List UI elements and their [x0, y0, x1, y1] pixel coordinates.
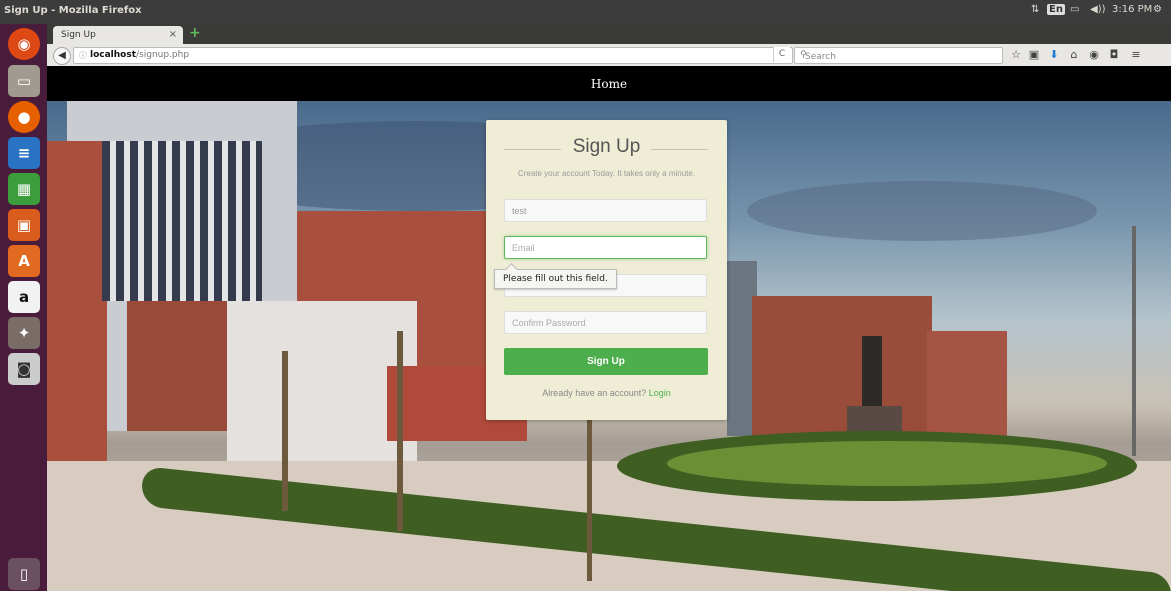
volume-icon[interactable]: ◀)) — [1090, 4, 1106, 15]
statue — [862, 336, 882, 411]
signup-title: Sign Up — [572, 136, 641, 157]
menu-icon[interactable]: ≡ — [1129, 48, 1143, 61]
building-brick-right — [752, 296, 932, 446]
files-icon[interactable]: ▭ — [8, 65, 40, 97]
battery-icon[interactable]: ▭ — [1070, 4, 1079, 15]
light-pole — [1132, 226, 1136, 456]
search-placeholder: ⚲ Search — [800, 50, 836, 62]
building-brick-lower — [127, 301, 237, 431]
browser-tab-bar: Sign Up × + — [47, 24, 1171, 44]
firefox-icon[interactable]: ● — [8, 101, 40, 133]
building-brick-left — [47, 141, 107, 461]
search-input[interactable]: ⚲ Search — [794, 47, 1003, 64]
url-text[interactable]: localhost/signup.php — [90, 50, 189, 60]
palm-tree — [587, 401, 592, 581]
web-page: Home Sign Up Create your account Today. — [47, 66, 1171, 591]
reload-icon[interactable]: C — [773, 47, 790, 62]
tab-title: Sign Up — [61, 30, 96, 40]
system-top-bar: Sign Up - Mozilla Firefox ⇅ En ▭ ◀)) 3:1… — [0, 0, 1171, 24]
browser-nav-toolbar: ◀ ⓘ localhost/signup.php C ⚲ Search ☆ ▣ … — [47, 44, 1171, 67]
title-divider-right — [651, 149, 708, 150]
cloud — [747, 181, 1097, 241]
login-link[interactable]: Login — [649, 388, 671, 398]
software-center-icon[interactable]: A — [8, 245, 40, 277]
confirm-password-field[interactable]: Confirm Password — [504, 311, 707, 334]
validation-tooltip: Please fill out this field. — [494, 269, 617, 289]
launcher-sidebar: ◉ ▭ ● ≡ ▦ ▣ A a ✦ ◙ ▯ — [0, 24, 47, 591]
login-prompt: Already have an account? Login — [486, 388, 727, 398]
back-arrow-icon[interactable]: ◀ — [53, 47, 71, 65]
camera-icon[interactable]: ◙ — [8, 353, 40, 385]
url-bar[interactable]: ⓘ localhost/signup.php — [73, 47, 793, 64]
site-navbar: Home — [47, 66, 1171, 101]
email-field[interactable]: Email — [504, 236, 707, 259]
chat-icon[interactable]: ◉ — [1087, 48, 1101, 61]
signup-subtitle: Create your account Today. It takes only… — [517, 169, 696, 178]
new-tab-button[interactable]: + — [189, 26, 202, 40]
signup-button[interactable]: Sign Up — [504, 348, 708, 375]
nav-home-link[interactable]: Home — [47, 77, 1171, 91]
palm-tree — [397, 331, 403, 531]
clock-text[interactable]: 3:16 PM — [1112, 4, 1152, 15]
palm-tree — [282, 351, 288, 511]
tab-signup[interactable]: Sign Up × — [53, 26, 183, 44]
settings-gear-icon[interactable]: ⚙ — [1153, 4, 1162, 15]
name-field[interactable]: test — [504, 199, 707, 222]
bookmark-star-icon[interactable]: ☆ — [1009, 48, 1023, 61]
roundabout-lawn — [667, 441, 1107, 486]
calc-icon[interactable]: ▦ — [8, 173, 40, 205]
amazon-icon[interactable]: a — [8, 281, 40, 313]
tab-close-icon[interactable]: × — [169, 29, 177, 40]
already-account-text: Already have an account? — [542, 388, 647, 398]
network-icon[interactable]: ⇅ — [1031, 4, 1039, 15]
system-settings-icon[interactable]: ✦ — [8, 317, 40, 349]
reading-list-icon[interactable]: ▣ — [1027, 48, 1041, 61]
pocket-icon[interactable]: ◘ — [1107, 48, 1121, 61]
downloads-icon[interactable]: ⬇ — [1047, 48, 1061, 61]
site-info-icon[interactable]: ⓘ — [79, 50, 87, 61]
trash-icon[interactable]: ▯ — [8, 558, 40, 590]
ubuntu-dash-icon[interactable]: ◉ — [8, 28, 40, 60]
impress-icon[interactable]: ▣ — [8, 209, 40, 241]
building-windows — [102, 141, 262, 301]
home-icon[interactable]: ⌂ — [1067, 48, 1081, 61]
writer-icon[interactable]: ≡ — [8, 137, 40, 169]
window-title: Sign Up - Mozilla Firefox — [4, 5, 142, 16]
language-indicator[interactable]: En — [1047, 4, 1065, 15]
